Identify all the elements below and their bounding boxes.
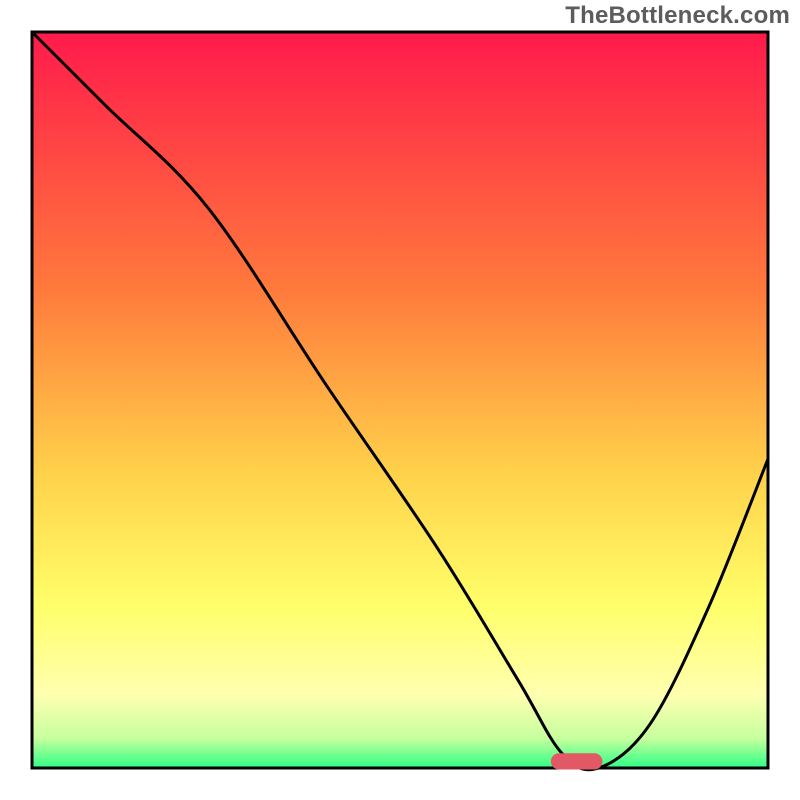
- optimal-marker: [551, 753, 603, 769]
- plot-background: [32, 32, 768, 768]
- bottleneck-chart: [0, 0, 800, 800]
